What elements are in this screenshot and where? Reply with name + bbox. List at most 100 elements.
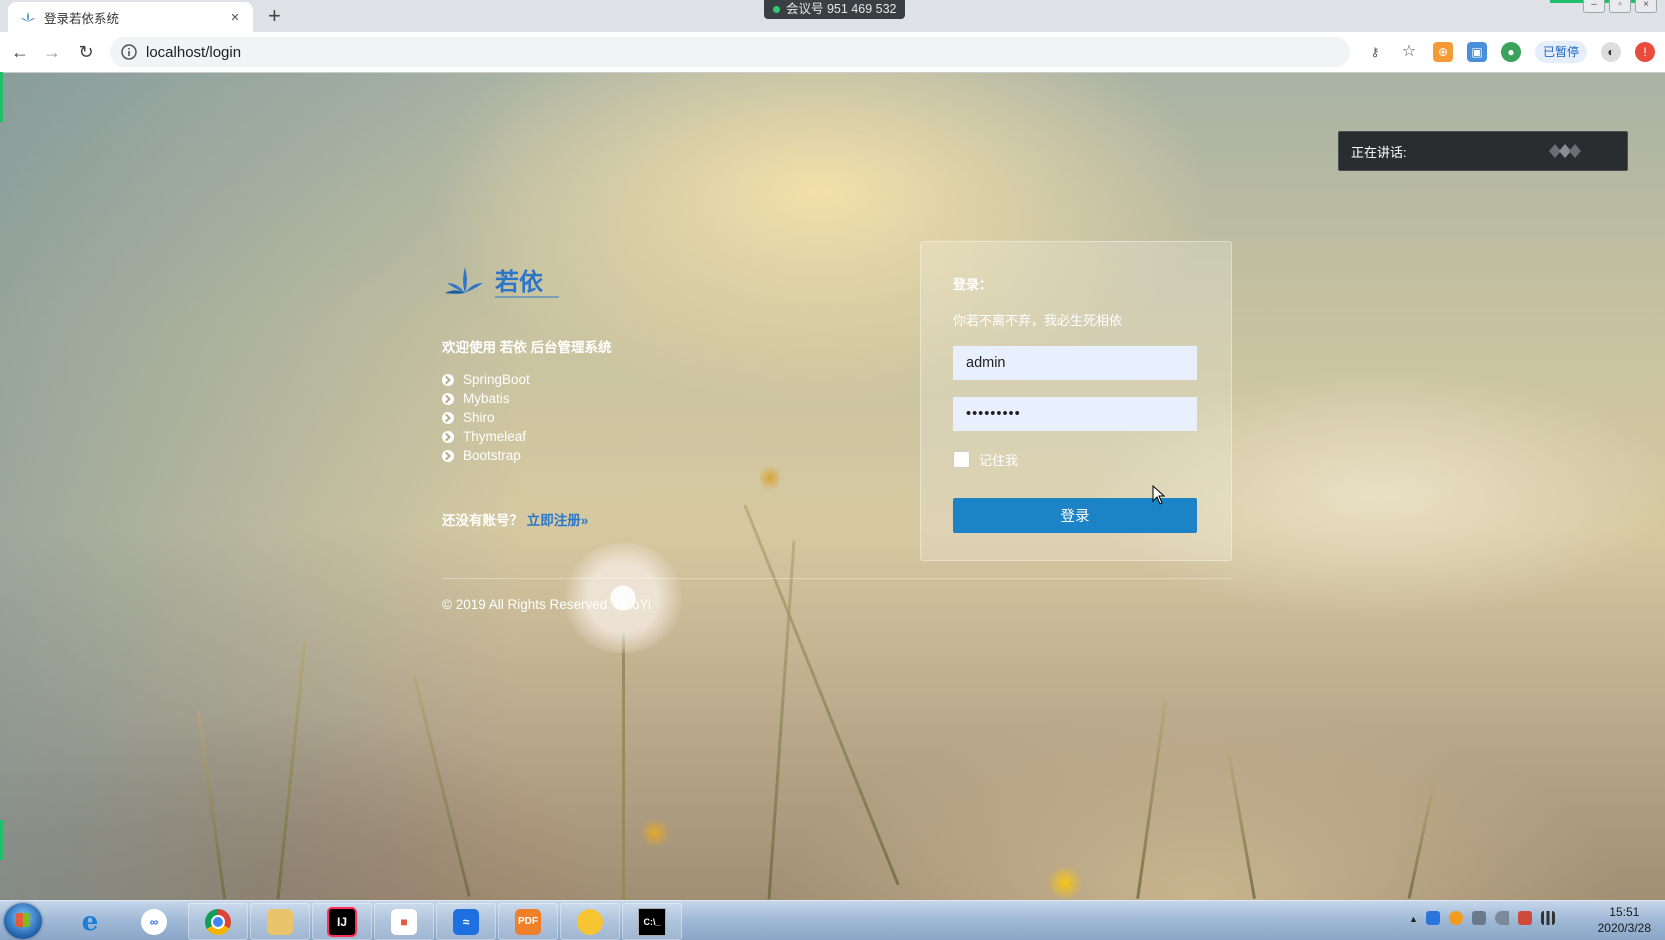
- pdf-icon: PDF: [515, 908, 541, 935]
- background-grass: [743, 504, 900, 886]
- extension-orange-icon[interactable]: ⊕: [1432, 42, 1453, 62]
- presentation-icon: ■: [391, 908, 417, 935]
- background-flower: [1045, 868, 1085, 898]
- taskbar-intellij[interactable]: IJ: [312, 903, 372, 940]
- reload-icon[interactable]: ↻: [74, 40, 98, 64]
- tab-strip: 登录若依系统 × + 会议号 951 469 532 – ▫ ×: [0, 0, 1665, 32]
- taskbar-presentation[interactable]: ■: [374, 903, 434, 940]
- list-item: Mybatis: [442, 389, 530, 408]
- close-window-icon[interactable]: ×: [1635, 0, 1657, 13]
- check-circle-icon: [442, 430, 454, 443]
- meeting-app-icon: ≈: [453, 908, 479, 935]
- system-clock[interactable]: 15:51 2020/3/28: [1598, 904, 1651, 936]
- username-input[interactable]: [953, 346, 1197, 380]
- list-item: Thymeleaf: [442, 427, 530, 446]
- address-bar[interactable]: localhost/login: [110, 37, 1350, 67]
- copyright-text: © 2019 All Rights Reserved. RuoYi: [442, 597, 652, 612]
- footer-divider: [442, 578, 1232, 579]
- toolbar-icons: ⚷ ☆ ⊕ ▣ ● 已暂停 ◐ !: [1365, 41, 1665, 63]
- start-button[interactable]: [4, 903, 42, 939]
- remember-me[interactable]: 记住我: [953, 450, 1018, 469]
- intellij-icon: IJ: [327, 906, 357, 937]
- avatar[interactable]: ◐: [1601, 42, 1621, 62]
- update-alert-icon[interactable]: !: [1635, 42, 1655, 62]
- window-controls: – ▫ ×: [1583, 0, 1657, 13]
- tech-label: SpringBoot: [463, 372, 530, 387]
- tech-label: Shiro: [463, 410, 495, 425]
- brand-name: 若依: [494, 268, 544, 296]
- dandelion-stem: [622, 633, 625, 900]
- background-grass: [1407, 780, 1436, 900]
- extension-globe-icon[interactable]: ●: [1500, 42, 1521, 62]
- taskbar-cmd[interactable]: C:\_: [622, 903, 682, 940]
- password-input[interactable]: [953, 397, 1197, 431]
- login-title: 登录：: [953, 277, 993, 292]
- taskbar-tencent-meeting[interactable]: ≈: [436, 903, 496, 940]
- key-icon[interactable]: ⚷: [1365, 42, 1385, 62]
- recording-edge-indicator: [0, 72, 3, 122]
- new-tab-button[interactable]: +: [268, 3, 281, 29]
- register-link[interactable]: 立即注册»: [527, 513, 589, 528]
- taskbar-pdf[interactable]: PDF: [498, 903, 558, 940]
- background-flower: [640, 818, 670, 848]
- check-circle-icon: [442, 411, 454, 424]
- mouse-cursor-icon: [1152, 485, 1166, 505]
- clock-time: 15:51: [1609, 905, 1640, 919]
- restore-icon[interactable]: ▫: [1609, 0, 1631, 13]
- background-grass: [1226, 750, 1257, 900]
- remember-me-label: 记住我: [979, 453, 1019, 468]
- list-item: Shiro: [442, 408, 530, 427]
- ruoyi-logo: 若依: [445, 267, 559, 298]
- taskbar-explorer[interactable]: [250, 903, 310, 940]
- taskbar-ie[interactable]: e: [60, 903, 120, 940]
- list-item: SpringBoot: [442, 370, 530, 389]
- speaking-label: 正在讲话:: [1351, 144, 1407, 160]
- tech-label: Bootstrap: [463, 448, 521, 463]
- bookmark-star-icon[interactable]: ☆: [1399, 42, 1419, 62]
- speaker-avatars-icon: [1549, 144, 1581, 158]
- register-prompt-text: 还没有账号？: [442, 513, 523, 528]
- clipboard-icon[interactable]: [1472, 911, 1486, 925]
- meeting-status-icon: [773, 6, 780, 13]
- background-haze: [0, 73, 520, 900]
- background-grass: [1136, 700, 1167, 900]
- system-tray: ▲: [1409, 911, 1555, 925]
- tech-stack-list: SpringBoot Mybatis Shiro Thymeleaf Boots…: [442, 370, 530, 465]
- welcome-heading: 欢迎使用 若依 后台管理系统: [442, 340, 612, 355]
- login-form: 登录： 你若不离不弃，我必生死相依 记住我 登录: [920, 241, 1232, 561]
- action-center-flag-icon[interactable]: [1518, 911, 1532, 925]
- taskbar-chrome[interactable]: [188, 903, 248, 940]
- command-prompt-icon: C:\_: [638, 907, 666, 936]
- chrome-icon: [205, 908, 231, 935]
- meeting-id-text: 会议号 951 469 532: [786, 2, 897, 16]
- clock-date: 2020/3/28: [1597, 921, 1651, 935]
- list-item: Bootstrap: [442, 446, 530, 465]
- taskbar-baidu[interactable]: ∞: [124, 903, 184, 940]
- tab-close-icon[interactable]: ×: [225, 9, 245, 26]
- extension-tv-icon[interactable]: ▣: [1466, 42, 1487, 62]
- browser-tab-login[interactable]: 登录若依系统 ×: [8, 2, 253, 32]
- speaking-indicator-panel: 正在讲话:: [1338, 131, 1628, 171]
- minimize-icon[interactable]: –: [1583, 0, 1605, 13]
- folder-icon: [267, 908, 293, 935]
- internet-explorer-icon: e: [81, 906, 99, 937]
- site-info-icon[interactable]: [120, 43, 138, 61]
- login-subtitle: 你若不离不弃，我必生死相依: [953, 313, 1123, 328]
- login-page: 若依 欢迎使用 若依 后台管理系统 SpringBoot Mybatis Shi…: [0, 73, 1665, 900]
- remember-me-checkbox[interactable]: [953, 451, 970, 468]
- shield-icon[interactable]: [1426, 911, 1440, 925]
- volume-icon[interactable]: [1495, 911, 1509, 925]
- tab-title: 登录若依系统: [44, 11, 120, 26]
- taskbar: e ∞ IJ ■ ≈ PDF C:\_ ▲ 15:51 2020/3/28: [0, 900, 1665, 940]
- profile-paused-button[interactable]: 已暂停: [1534, 41, 1587, 63]
- back-icon[interactable]: ←: [8, 40, 32, 64]
- baidu-netdisk-icon: ∞: [141, 908, 167, 935]
- tech-label: Thymeleaf: [463, 429, 527, 444]
- tray-expand-icon[interactable]: ▲: [1409, 914, 1418, 924]
- ruoyi-favicon-icon: [21, 12, 35, 22]
- network-icon[interactable]: [1541, 911, 1555, 925]
- taskbar-chat[interactable]: [560, 903, 620, 940]
- recording-edge-indicator: [0, 820, 3, 860]
- forward-icon[interactable]: →: [40, 40, 64, 64]
- qq-icon[interactable]: [1449, 911, 1463, 925]
